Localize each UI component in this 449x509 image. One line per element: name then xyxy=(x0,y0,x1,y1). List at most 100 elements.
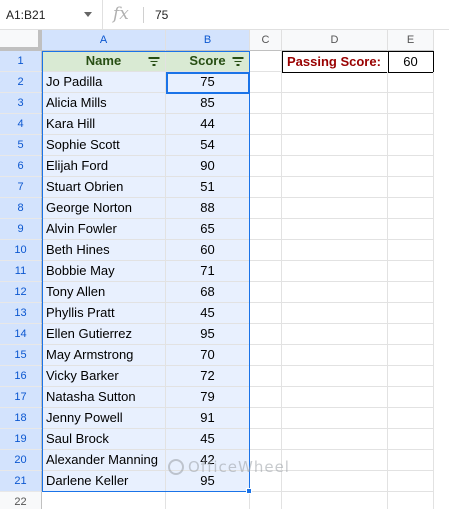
row-header-4[interactable]: 4 xyxy=(0,114,42,135)
cell-c8[interactable] xyxy=(250,198,282,219)
cell-a22[interactable] xyxy=(42,492,166,509)
name-cell[interactable]: Alexander Manning xyxy=(42,450,166,471)
cell-d16[interactable] xyxy=(282,366,388,387)
cell-d10[interactable] xyxy=(282,240,388,261)
cell-d22[interactable] xyxy=(282,492,388,509)
row-header-11[interactable]: 11 xyxy=(0,261,42,282)
row-header-2[interactable]: 2 xyxy=(0,72,42,93)
cell-c9[interactable] xyxy=(250,219,282,240)
row-header-17[interactable]: 17 xyxy=(0,387,42,408)
name-cell[interactable]: Ellen Gutierrez xyxy=(42,324,166,345)
row-header-21[interactable]: 21 xyxy=(0,471,42,492)
name-cell[interactable]: Alicia Mills xyxy=(42,93,166,114)
cell-c10[interactable] xyxy=(250,240,282,261)
cell-d4[interactable] xyxy=(282,114,388,135)
cell-c6[interactable] xyxy=(250,156,282,177)
name-cell[interactable]: Elijah Ford xyxy=(42,156,166,177)
score-cell[interactable]: 54 xyxy=(166,135,250,156)
row-header-12[interactable]: 12 xyxy=(0,282,42,303)
cell-e13[interactable] xyxy=(388,303,434,324)
cell-d15[interactable] xyxy=(282,345,388,366)
score-cell[interactable]: 60 xyxy=(166,240,250,261)
cell-d11[interactable] xyxy=(282,261,388,282)
row-header-20[interactable]: 20 xyxy=(0,450,42,471)
cell-c15[interactable] xyxy=(250,345,282,366)
name-cell[interactable]: Alvin Fowler xyxy=(42,219,166,240)
cell-e7[interactable] xyxy=(388,177,434,198)
cell-e14[interactable] xyxy=(388,324,434,345)
score-cell[interactable]: 85 xyxy=(166,93,250,114)
name-cell[interactable]: Jenny Powell xyxy=(42,408,166,429)
cell-e11[interactable] xyxy=(388,261,434,282)
cell-e20[interactable] xyxy=(388,450,434,471)
column-header-e[interactable]: E xyxy=(388,30,434,51)
cell-c18[interactable] xyxy=(250,408,282,429)
name-cell[interactable]: Darlene Keller xyxy=(42,471,166,492)
name-cell[interactable]: Saul Brock xyxy=(42,429,166,450)
cell-c17[interactable] xyxy=(250,387,282,408)
score-cell[interactable]: 44 xyxy=(166,114,250,135)
cell-d19[interactable] xyxy=(282,429,388,450)
fill-handle[interactable] xyxy=(246,488,252,494)
cell-e18[interactable] xyxy=(388,408,434,429)
score-cell[interactable]: 90 xyxy=(166,156,250,177)
cell-d21[interactable] xyxy=(282,471,388,492)
name-cell[interactable]: Stuart Obrien xyxy=(42,177,166,198)
score-cell[interactable]: 72 xyxy=(166,366,250,387)
cell-e22[interactable] xyxy=(388,492,434,509)
cell-d9[interactable] xyxy=(282,219,388,240)
cell-d13[interactable] xyxy=(282,303,388,324)
row-header-7[interactable]: 7 xyxy=(0,177,42,198)
cell-d5[interactable] xyxy=(282,135,388,156)
name-cell[interactable]: George Norton xyxy=(42,198,166,219)
name-cell[interactable]: Bobbie May xyxy=(42,261,166,282)
score-cell[interactable]: 51 xyxy=(166,177,250,198)
cell-e15[interactable] xyxy=(388,345,434,366)
score-cell[interactable]: 91 xyxy=(166,408,250,429)
name-cell[interactable]: Natasha Sutton xyxy=(42,387,166,408)
cell-d18[interactable] xyxy=(282,408,388,429)
column-header-d[interactable]: D xyxy=(282,30,388,51)
cell-e4[interactable] xyxy=(388,114,434,135)
cell-d17[interactable] xyxy=(282,387,388,408)
cell-d14[interactable] xyxy=(282,324,388,345)
cell-d12[interactable] xyxy=(282,282,388,303)
cell-d6[interactable] xyxy=(282,156,388,177)
cell-e9[interactable] xyxy=(388,219,434,240)
cell-e17[interactable] xyxy=(388,387,434,408)
name-cell[interactable]: Beth Hines xyxy=(42,240,166,261)
cell-e3[interactable] xyxy=(388,93,434,114)
cell-e8[interactable] xyxy=(388,198,434,219)
cell-c7[interactable] xyxy=(250,177,282,198)
cell-e10[interactable] xyxy=(388,240,434,261)
cell-e12[interactable] xyxy=(388,282,434,303)
score-cell[interactable]: 68 xyxy=(166,282,250,303)
row-header-15[interactable]: 15 xyxy=(0,345,42,366)
column-header-c[interactable]: C xyxy=(250,30,282,51)
cell-d3[interactable] xyxy=(282,93,388,114)
row-header-16[interactable]: 16 xyxy=(0,366,42,387)
chevron-down-icon[interactable] xyxy=(84,12,92,17)
score-cell[interactable]: 45 xyxy=(166,429,250,450)
cell-c5[interactable] xyxy=(250,135,282,156)
name-cell[interactable]: Kara Hill xyxy=(42,114,166,135)
cell-c4[interactable] xyxy=(250,114,282,135)
cell-c19[interactable] xyxy=(250,429,282,450)
cell-d20[interactable] xyxy=(282,450,388,471)
score-cell[interactable]: 71 xyxy=(166,261,250,282)
cell-d2[interactable] xyxy=(282,72,388,93)
name-cell[interactable]: May Armstrong xyxy=(42,345,166,366)
score-cell[interactable]: 65 xyxy=(166,219,250,240)
cell-d8[interactable] xyxy=(282,198,388,219)
cell-b22[interactable] xyxy=(166,492,250,509)
row-header-6[interactable]: 6 xyxy=(0,156,42,177)
name-cell[interactable]: Phyllis Pratt xyxy=(42,303,166,324)
row-header-13[interactable]: 13 xyxy=(0,303,42,324)
name-cell[interactable]: Tony Allen xyxy=(42,282,166,303)
cell-c16[interactable] xyxy=(250,366,282,387)
cell-e5[interactable] xyxy=(388,135,434,156)
passing-score-value[interactable]: 60 xyxy=(388,51,434,73)
name-cell[interactable]: Jo Padilla xyxy=(42,72,166,93)
cell-e16[interactable] xyxy=(388,366,434,387)
cell-c22[interactable] xyxy=(250,492,282,509)
